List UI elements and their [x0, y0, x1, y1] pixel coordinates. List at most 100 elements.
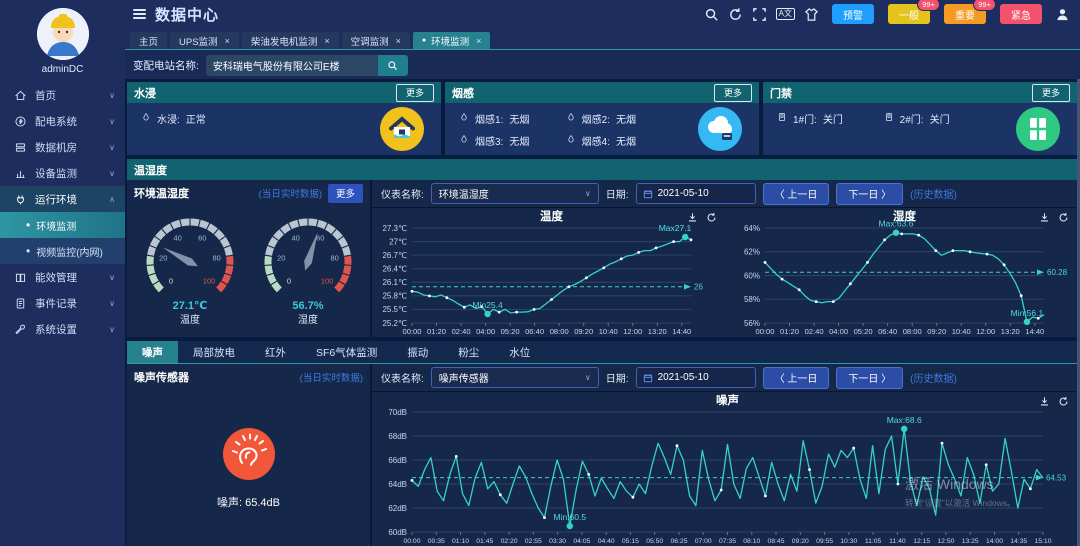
svg-text:13:20: 13:20 [1000, 327, 1019, 336]
sidebar-item[interactable]: 设备监测∨ [0, 160, 125, 186]
alarm-button[interactable]: 一般99+ [888, 4, 930, 24]
sidebar-item[interactable]: 事件记录∨ [0, 290, 125, 316]
alarm-button[interactable]: 预警 [832, 4, 874, 24]
translate-icon[interactable]: A文 [776, 8, 795, 20]
meter-select[interactable]: 噪声传感器 ∨ [431, 367, 599, 388]
fullscreen-icon[interactable] [752, 7, 767, 22]
station-search-row: 变配电站名称: [125, 50, 1080, 80]
svg-text:12:00: 12:00 [623, 327, 642, 336]
svg-text:温度: 温度 [180, 313, 200, 326]
chevron-down-icon: ∨ [109, 299, 115, 308]
noise-reading: 噪声: 65.4dB [217, 494, 280, 510]
smoke-status-icon [697, 106, 743, 152]
prev-day-button[interactable]: 〈 上一日 [763, 367, 830, 389]
sensor-tab[interactable]: SF6气体监测 [301, 341, 392, 363]
search-icon[interactable] [704, 7, 719, 22]
download-icon[interactable] [1039, 396, 1050, 407]
nav-tab[interactable]: UPS监测× [170, 32, 239, 49]
calendar-icon [643, 189, 653, 199]
nav-tab[interactable]: 空调监测× [342, 32, 410, 49]
more-button[interactable]: 更多 [328, 184, 363, 203]
svg-text:Max:63.6: Max:63.6 [878, 219, 913, 229]
svg-text:05:20: 05:20 [501, 327, 520, 336]
next-day-button[interactable]: 下一日 〉 [836, 367, 903, 389]
sidebar: adminDC 首页∨配电系统∨数据机房∨设备监测∨运行环境∧•环境监测•视频监… [0, 0, 125, 546]
more-button[interactable]: 更多 [396, 84, 434, 102]
svg-text:湿度: 湿度 [298, 313, 318, 326]
alarm-button[interactable]: 重要99+ [944, 4, 986, 24]
svg-text:04:00: 04:00 [476, 327, 495, 336]
sidebar-item[interactable]: 能效管理∨ [0, 264, 125, 290]
droplet-icon [566, 133, 576, 148]
more-button[interactable]: 更多 [1032, 84, 1070, 102]
sensor-tab[interactable]: 粉尘 [443, 341, 494, 363]
main-area: 数据中心 A文 预警一般99+重要99+紧急 主页UPS监测×柴油发电机监测×空… [125, 0, 1080, 546]
more-button[interactable]: 更多 [714, 84, 752, 102]
close-icon[interactable]: × [396, 36, 401, 46]
sidebar-subitem[interactable]: •环境监测 [0, 212, 125, 238]
gauge-section: 环境温湿度 (当日实时数据) 更多 02040608010027.1℃温度020… [127, 180, 372, 337]
user-name: adminDC [42, 64, 84, 75]
station-search-button[interactable] [378, 55, 408, 76]
theme-icon[interactable] [804, 7, 819, 22]
chevron-down-icon: ∨ [109, 169, 115, 178]
svg-text:Min25.4: Min25.4 [472, 300, 503, 310]
sensor-tab[interactable]: 局部放电 [178, 341, 250, 363]
svg-text:11:05: 11:05 [865, 538, 882, 545]
date-label: 日期: [606, 370, 629, 385]
chevron-down-icon: ∨ [109, 273, 115, 282]
sensor-status-item: 2#门:关门 [884, 111, 985, 126]
sidebar-item[interactable]: 首页∨ [0, 82, 125, 108]
svg-text:80: 80 [330, 253, 338, 262]
date-picker[interactable]: 2021-05-10 [636, 183, 756, 204]
svg-text:09:55: 09:55 [816, 538, 833, 545]
sidebar-item[interactable]: 运行环境∧ [0, 186, 125, 212]
menu-icon[interactable] [133, 9, 146, 19]
svg-text:06:40: 06:40 [525, 327, 544, 336]
svg-text:07:35: 07:35 [719, 538, 736, 545]
download-icon[interactable] [687, 212, 698, 223]
nav-tab[interactable]: ●环境监测× [413, 32, 491, 49]
svg-text:00:00: 00:00 [402, 327, 421, 336]
sensor-tab[interactable]: 水位 [494, 341, 545, 363]
svg-text:09:20: 09:20 [574, 327, 593, 336]
refresh-icon[interactable] [1058, 212, 1069, 223]
environment-monitoring-dashboard: adminDC 首页∨配电系统∨数据机房∨设备监测∨运行环境∧•环境监测•视频监… [0, 0, 1080, 546]
sensor-tab[interactable]: 噪声 [127, 341, 178, 363]
user-icon[interactable] [1055, 7, 1070, 22]
svg-text:06:40: 06:40 [878, 327, 897, 336]
sidebar-item[interactable]: 数据机房∨ [0, 134, 125, 160]
close-icon[interactable]: × [324, 36, 329, 46]
date-picker[interactable]: 2021-05-10 [636, 367, 756, 388]
sidebar-item[interactable]: 配电系统∨ [0, 108, 125, 134]
download-icon[interactable] [1039, 212, 1050, 223]
nav-tab[interactable]: 柴油发电机监测× [242, 32, 339, 49]
sensor-tab[interactable]: 红外 [250, 341, 301, 363]
sensor-tab[interactable]: 振动 [392, 341, 443, 363]
svg-text:02:55: 02:55 [525, 538, 542, 545]
refresh-icon[interactable] [706, 212, 717, 223]
sidebar-subitem[interactable]: •视频监控(内网) [0, 238, 125, 264]
history-data-link[interactable]: (历史数据) [910, 370, 957, 385]
close-icon[interactable]: × [225, 36, 230, 46]
wrench-icon [14, 323, 27, 336]
sensor-value: 无烟 [616, 111, 636, 126]
station-search-input[interactable] [206, 55, 378, 76]
sidebar-item[interactable]: 系统设置∨ [0, 316, 125, 342]
book-icon [14, 271, 27, 284]
power-icon [14, 115, 27, 128]
history-data-link[interactable]: (历史数据) [910, 186, 957, 201]
nav-tab[interactable]: 主页 [130, 32, 167, 49]
next-day-button[interactable]: 下一日 〉 [836, 183, 903, 205]
svg-text:100: 100 [202, 277, 215, 286]
svg-text:70dB: 70dB [388, 408, 407, 417]
refresh-icon[interactable] [1058, 396, 1069, 407]
alarm-button[interactable]: 紧急 [1000, 4, 1042, 24]
svg-text:26.1℃: 26.1℃ [382, 278, 407, 287]
svg-text:26: 26 [694, 283, 703, 292]
refresh-icon[interactable] [728, 7, 743, 22]
svg-text:12:50: 12:50 [937, 538, 954, 545]
meter-select[interactable]: 环境温湿度 ∨ [431, 183, 599, 204]
prev-day-button[interactable]: 〈 上一日 [763, 183, 830, 205]
close-icon[interactable]: × [476, 36, 481, 46]
